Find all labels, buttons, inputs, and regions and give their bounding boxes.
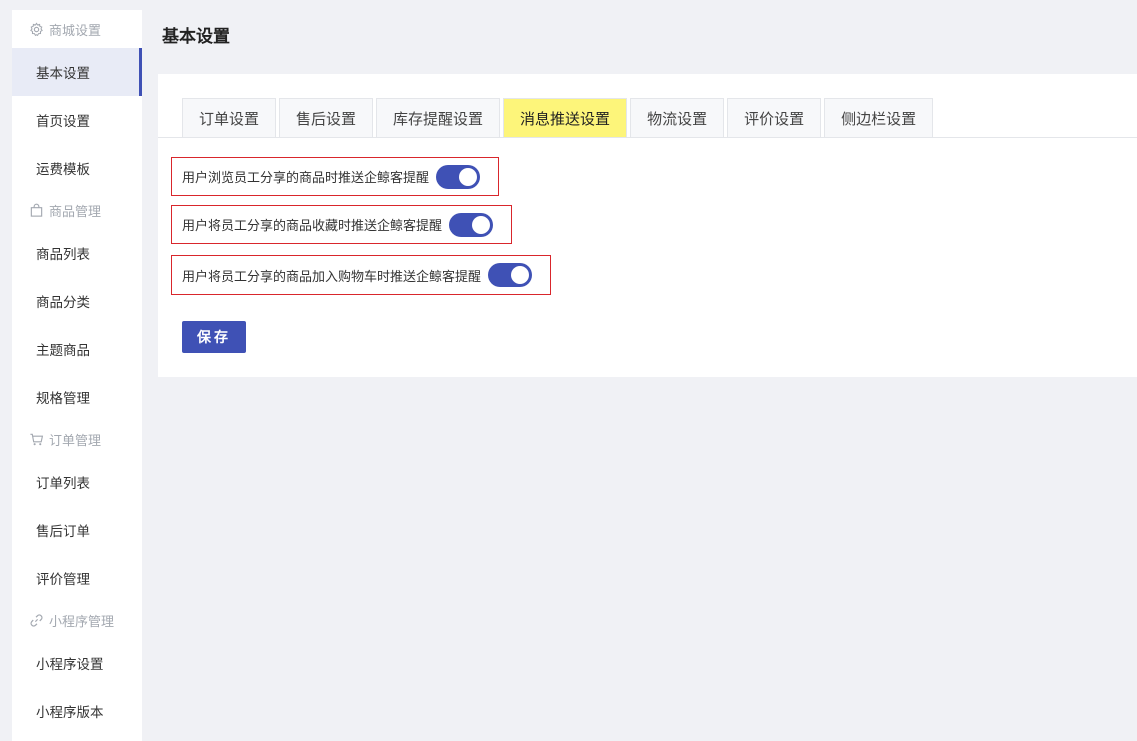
tab-stock-alert-settings[interactable]: 库存提醒设置	[376, 98, 501, 138]
sidebar-item-review-management[interactable]: 评价管理	[12, 554, 142, 602]
sidebar: 商城设置 基本设置 首页设置 运费模板 商品管理 商品列表 商品分类 主题商品 …	[12, 10, 142, 741]
sidebar-item-miniprogram-settings[interactable]: 小程序设置	[12, 639, 142, 687]
sidebar-item-label: 小程序设置	[36, 657, 104, 673]
sidebar-group-store-settings: 商城设置	[12, 10, 142, 48]
sidebar-item-label: 小程序版本	[36, 705, 104, 721]
favorite-push-toggle[interactable]	[449, 212, 494, 237]
sidebar-item-label: 商品分类	[36, 295, 90, 311]
sidebar-item-miniprogram-version[interactable]: 小程序版本	[12, 687, 142, 735]
sidebar-item-product-list[interactable]: 商品列表	[12, 229, 142, 277]
sidebar-item-label: 订单列表	[36, 476, 90, 492]
tab-review-settings[interactable]: 评价设置	[727, 98, 822, 138]
sidebar-item-label: 评价管理	[36, 572, 90, 588]
sidebar-item-label: 商品列表	[36, 247, 90, 263]
settings-tabs: 订单设置 售后设置 库存提醒设置 消息推送设置 物流设置 评价设置 侧边栏设置	[182, 98, 936, 138]
sidebar-item-home-settings[interactable]: 首页设置	[12, 96, 142, 144]
page-title: 基本设置	[162, 27, 230, 47]
tab-sidebar-settings[interactable]: 侧边栏设置	[824, 98, 934, 138]
option-label: 用户将员工分享的商品收藏时推送企鲸客提醒	[182, 219, 443, 234]
sidebar-item-label: 基本设置	[36, 66, 90, 82]
sidebar-item-label: 主题商品	[36, 343, 90, 359]
option-cart-push: 用户将员工分享的商品加入购物车时推送企鲸客提醒	[171, 255, 552, 295]
shopping-bag-icon	[30, 203, 43, 217]
gear-icon	[30, 22, 43, 36]
settings-panel: 订单设置 售后设置 库存提醒设置 消息推送设置 物流设置 评价设置 侧边栏设置 …	[158, 74, 1137, 377]
sidebar-item-shipping-template[interactable]: 运费模板	[12, 144, 142, 192]
sidebar-group-title: 小程序管理	[49, 615, 115, 630]
browse-push-toggle[interactable]	[436, 164, 481, 189]
sidebar-group-orders: 订单管理	[12, 421, 142, 458]
sidebar-item-spec-management[interactable]: 规格管理	[12, 373, 142, 421]
tab-order-settings[interactable]: 订单设置	[182, 98, 277, 138]
sidebar-group-miniprogram: 小程序管理	[12, 602, 142, 639]
sidebar-item-label: 运费模板	[36, 162, 90, 178]
tab-aftersale-settings[interactable]: 售后设置	[279, 98, 374, 138]
option-browse-push: 用户浏览员工分享的商品时推送企鲸客提醒	[171, 157, 500, 196]
sidebar-item-basic-settings[interactable]: 基本设置	[12, 48, 142, 96]
sidebar-group-title: 商城设置	[49, 23, 102, 39]
sidebar-item-label: 售后订单	[36, 524, 90, 540]
sidebar-group-title: 商品管理	[49, 205, 102, 220]
tab-logistics-settings[interactable]: 物流设置	[630, 98, 725, 138]
tab-message-push-settings[interactable]: 消息推送设置	[503, 98, 628, 138]
link-icon	[30, 614, 43, 627]
option-label: 用户将员工分享的商品加入购物车时推送企鲸客提醒	[182, 269, 482, 285]
option-favorite-push: 用户将员工分享的商品收藏时推送企鲸客提醒	[171, 205, 513, 244]
sidebar-item-theme-products[interactable]: 主题商品	[12, 325, 142, 373]
cart-push-toggle[interactable]	[488, 263, 533, 287]
sidebar-group-title: 订单管理	[49, 434, 102, 449]
cart-icon	[30, 433, 44, 446]
tab-divider	[158, 137, 1137, 138]
sidebar-item-order-list[interactable]: 订单列表	[12, 458, 142, 506]
sidebar-item-aftersale-orders[interactable]: 售后订单	[12, 506, 142, 554]
option-label: 用户浏览员工分享的商品时推送企鲸客提醒	[182, 171, 430, 186]
sidebar-item-product-category[interactable]: 商品分类	[12, 277, 142, 325]
save-button[interactable]: 保存	[182, 321, 246, 353]
sidebar-item-label: 规格管理	[36, 391, 90, 407]
sidebar-item-label: 首页设置	[36, 114, 90, 130]
sidebar-group-products: 商品管理	[12, 192, 142, 229]
